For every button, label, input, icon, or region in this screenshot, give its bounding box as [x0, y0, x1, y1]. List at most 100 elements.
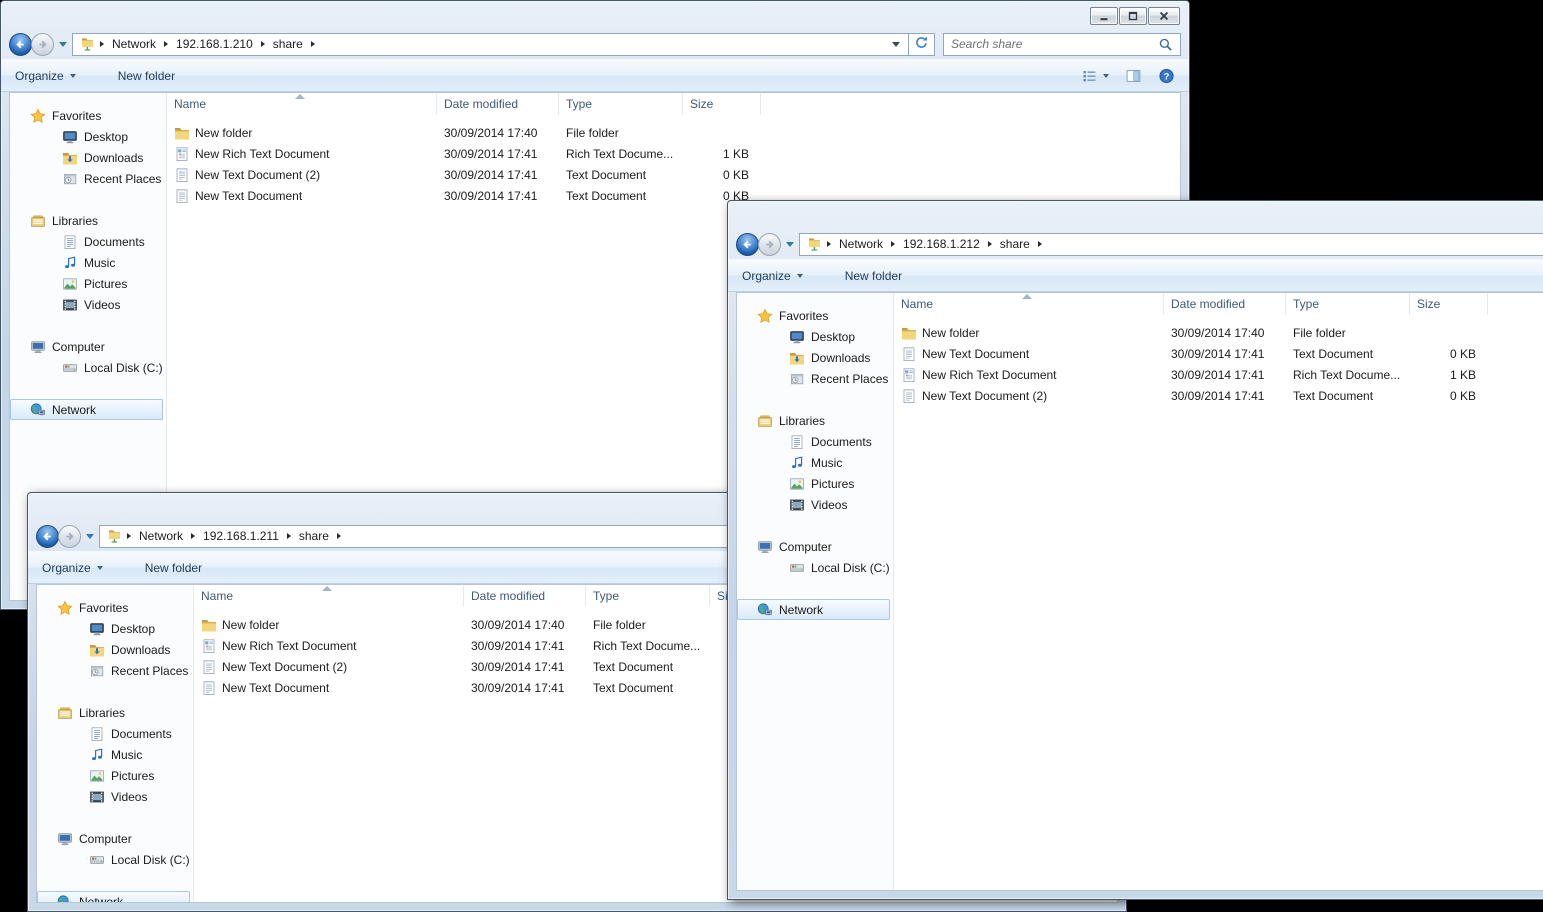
sidebar-item-videos[interactable]: Videos [10, 294, 166, 315]
help-icon: ? [1158, 68, 1175, 84]
sidebar-item-pictures[interactable]: Pictures [37, 765, 193, 786]
sidebar-item-favorites[interactable]: Favorites [37, 597, 193, 618]
views-button[interactable] [1081, 68, 1109, 84]
search-icon[interactable] [1158, 37, 1173, 52]
sidebar-item-local-disk-c[interactable]: Local Disk (C:) [37, 849, 193, 870]
sidebar-item-libraries[interactable]: Libraries [10, 210, 166, 231]
recent-pages-chevron-down-icon[interactable] [86, 534, 94, 539]
breadcrumb-item[interactable]: 192.168.1.210 [170, 37, 259, 51]
organize-button[interactable]: Organize [742, 260, 803, 291]
breadcrumb-item[interactable]: Network [133, 529, 189, 543]
column-header-type[interactable]: Type [1286, 293, 1410, 315]
recent-pages-chevron-down-icon[interactable] [59, 42, 67, 47]
organize-button[interactable]: Organize [15, 60, 76, 91]
address-bar[interactable]: Network 192.168.1.212 share [799, 233, 1543, 256]
sidebar-item-recent-places[interactable]: Recent Places [10, 168, 166, 189]
file-row[interactable]: New Text Document30/09/2014 17:41Text Do… [894, 343, 1543, 364]
file-type: Rich Text Docume... [559, 147, 683, 161]
address-bar[interactable]: Network 192.168.1.210 share [72, 33, 909, 56]
sidebar-item-pictures[interactable]: Pictures [10, 273, 166, 294]
new-folder-button[interactable]: New folder [845, 260, 902, 291]
back-button[interactable] [9, 33, 32, 56]
breadcrumb-item[interactable]: 192.168.1.211 [197, 529, 285, 543]
computer-icon [757, 539, 773, 555]
breadcrumb-item[interactable]: share [994, 237, 1036, 251]
sidebar-item-network[interactable]: Network [737, 599, 890, 620]
sidebar-item-libraries[interactable]: Libraries [37, 702, 193, 723]
file-row[interactable]: New folder30/09/2014 17:40File folder [894, 322, 1543, 343]
file-name-cell: New folder [894, 325, 1164, 341]
sidebar-item-recent-places[interactable]: Recent Places [737, 368, 893, 389]
search-input[interactable]: Search share [943, 33, 1181, 56]
back-button[interactable] [36, 525, 59, 548]
breadcrumb-item[interactable]: share [267, 37, 309, 51]
sidebar-item-favorites[interactable]: Favorites [10, 105, 166, 126]
help-button[interactable]: ? [1158, 68, 1175, 84]
sidebar-item-desktop[interactable]: Desktop [737, 326, 893, 347]
preview-pane-button[interactable] [1125, 68, 1142, 84]
refresh-button[interactable] [909, 33, 935, 56]
breadcrumb-item[interactable]: share [293, 529, 335, 543]
sidebar-item-documents[interactable]: Documents [10, 231, 166, 252]
column-header-type[interactable]: Type [586, 585, 710, 607]
sidebar-item-computer[interactable]: Computer [10, 336, 166, 357]
file-date: 30/09/2014 17:41 [464, 660, 586, 674]
address-chevron-down-icon[interactable] [892, 42, 904, 47]
organize-button[interactable]: Organize [42, 552, 103, 583]
new-folder-button[interactable]: New folder [118, 60, 175, 91]
recent-pages-chevron-down-icon[interactable] [786, 242, 794, 247]
column-header-date[interactable]: Date modified [437, 93, 559, 115]
sidebar-item-music[interactable]: Music [10, 252, 166, 273]
sidebar-item-recent-places[interactable]: Recent Places [37, 660, 193, 681]
sidebar-item-local-disk-c[interactable]: Local Disk (C:) [737, 557, 893, 578]
breadcrumb-separator-icon [988, 241, 992, 247]
sidebar-item-local-disk-c[interactable]: Local Disk (C:) [10, 357, 166, 378]
column-header-type[interactable]: Type [559, 93, 683, 115]
sidebar-item-computer[interactable]: Computer [37, 828, 193, 849]
sidebar-item-network[interactable]: Network [10, 399, 163, 420]
maximize-button[interactable] [1119, 7, 1147, 25]
file-name: New Rich Text Document [222, 639, 357, 653]
sidebar-item-downloads[interactable]: Downloads [37, 639, 193, 660]
titlebar[interactable] [1, 1, 1189, 29]
sidebar-item-label: Recent Places [111, 664, 188, 678]
close-button[interactable] [1148, 7, 1180, 25]
file-row[interactable]: New Text Document (2)30/09/2014 17:41Tex… [894, 385, 1543, 406]
column-header-date[interactable]: Date modified [1164, 293, 1286, 315]
sidebar-item-pictures[interactable]: Pictures [737, 473, 893, 494]
file-row[interactable]: New Rich Text Document30/09/2014 17:41Ri… [167, 143, 1180, 164]
sidebar-item-libraries[interactable]: Libraries [737, 410, 893, 431]
forward-button[interactable] [58, 525, 81, 548]
file-row[interactable]: New Rich Text Document30/09/2014 17:41Ri… [894, 364, 1543, 385]
sidebar-item-downloads[interactable]: Downloads [10, 147, 166, 168]
column-header-date[interactable]: Date modified [464, 585, 586, 607]
sidebar-item-downloads[interactable]: Downloads [737, 347, 893, 368]
back-button[interactable] [736, 233, 759, 256]
sidebar-item-desktop[interactable]: Desktop [10, 126, 166, 147]
sidebar-item-favorites[interactable]: Favorites [737, 305, 893, 326]
sidebar-item-music[interactable]: Music [737, 452, 893, 473]
column-header-size[interactable]: Size [1410, 293, 1488, 315]
sidebar-item-computer[interactable]: Computer [737, 536, 893, 557]
forward-button[interactable] [31, 33, 54, 56]
sidebar-item-videos[interactable]: Videos [737, 494, 893, 515]
breadcrumb-item[interactable]: 192.168.1.212 [897, 237, 986, 251]
file-type: Text Document [586, 660, 710, 674]
sidebar-item-documents[interactable]: Documents [37, 723, 193, 744]
breadcrumb-item[interactable]: Network [833, 237, 889, 251]
breadcrumb-item[interactable]: Network [106, 37, 162, 51]
sidebar-item-documents[interactable]: Documents [737, 431, 893, 452]
forward-button[interactable] [758, 233, 781, 256]
minimize-button[interactable] [1090, 7, 1118, 25]
sidebar-item-videos[interactable]: Videos [37, 786, 193, 807]
sidebar-item-desktop[interactable]: Desktop [37, 618, 193, 639]
column-header-size[interactable]: Size [683, 93, 761, 115]
titlebar[interactable] [728, 201, 1543, 229]
new-folder-button[interactable]: New folder [145, 552, 202, 583]
sidebar-item-network[interactable]: Network [37, 891, 190, 902]
sidebar-item-label: Recent Places [811, 372, 888, 386]
file-row[interactable]: New Text Document (2)30/09/2014 17:41Tex… [167, 164, 1180, 185]
sidebar-item-label: Downloads [84, 151, 143, 165]
sidebar-item-music[interactable]: Music [37, 744, 193, 765]
file-row[interactable]: New folder30/09/2014 17:40File folder [167, 122, 1180, 143]
